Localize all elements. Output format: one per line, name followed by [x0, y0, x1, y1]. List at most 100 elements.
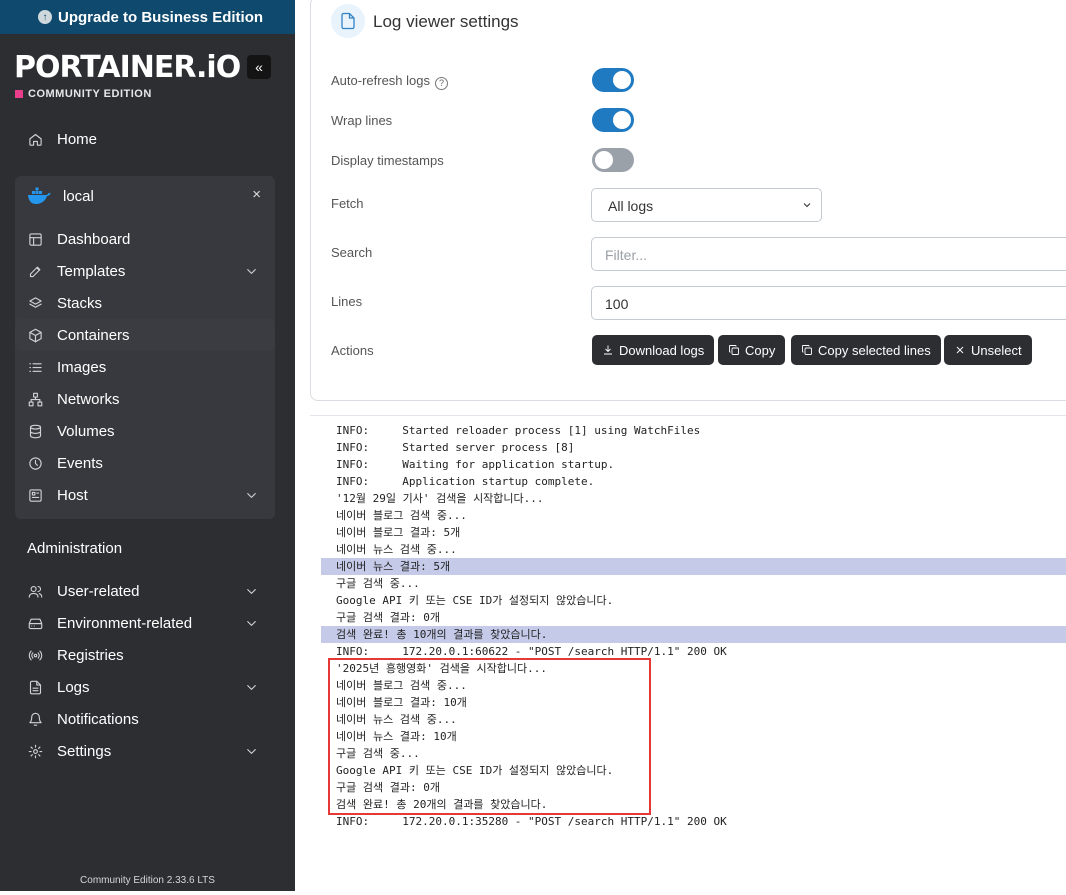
timestamps-label: Display timestamps — [331, 153, 444, 168]
sidebar-item-label: Dashboard — [57, 230, 131, 248]
edition-label: COMMUNITY EDITION — [15, 88, 152, 100]
copy-icon — [802, 345, 812, 355]
clock-icon — [27, 455, 43, 471]
timestamps-toggle[interactable] — [592, 148, 634, 172]
sidebar-item-registries[interactable]: Registries — [15, 639, 275, 671]
sidebar-item-stacks[interactable]: Stacks — [15, 287, 275, 319]
log-line[interactable]: 네이버 블로그 결과: 5개 — [321, 524, 1066, 541]
list-icon — [27, 359, 43, 375]
button-label: Download logs — [619, 342, 705, 358]
chevron-down-icon — [247, 589, 256, 594]
download-logs-button[interactable]: Download logs — [592, 335, 715, 365]
log-line[interactable]: 네이버 블로그 검색 중... — [321, 507, 1066, 524]
sidebar-item-label: Environment-related — [57, 614, 193, 632]
arrow-up-circle-icon: ↑ — [38, 10, 52, 24]
lines-input[interactable]: 100 — [591, 286, 1066, 320]
sidebar-item-images[interactable]: Images — [15, 351, 275, 383]
close-icon — [956, 346, 964, 354]
database-icon — [27, 423, 43, 439]
upgrade-banner[interactable]: ↑ Upgrade to Business Edition — [0, 0, 295, 34]
sidebar-item-settings[interactable]: Settings — [15, 735, 275, 767]
wrap-lines-toggle[interactable] — [592, 108, 634, 132]
sidebar-item-label: Templates — [57, 262, 126, 280]
sidebar: ↑ Upgrade to Business Edition PORTAINER.… — [0, 0, 295, 891]
box-icon — [27, 327, 43, 343]
sidebar-item-containers[interactable]: Containers — [15, 319, 275, 351]
chevron-down-icon — [801, 198, 813, 214]
wrap-lines-label: Wrap lines — [331, 113, 393, 128]
collapse-sidebar-button[interactable]: « — [247, 55, 271, 79]
fetch-select[interactable]: All logs — [591, 188, 822, 222]
sidebar-item-logs[interactable]: Logs — [15, 671, 275, 703]
sidebar-item-volumes[interactable]: Volumes — [15, 415, 275, 447]
sidebar-item-events[interactable]: Events — [15, 447, 275, 479]
search-input[interactable]: Filter... — [591, 237, 1066, 271]
log-line[interactable]: 구글 검색 결과: 0개 — [321, 609, 1066, 626]
sidebar-item-templates[interactable]: Templates — [15, 255, 275, 287]
radio-icon — [27, 647, 43, 663]
auto-refresh-toggle[interactable] — [592, 68, 634, 92]
close-environment-button[interactable]: × — [252, 186, 261, 203]
docker-whale-icon — [28, 187, 51, 204]
copy-icon — [729, 345, 739, 355]
file-text-icon — [27, 679, 43, 695]
upgrade-label: Upgrade to Business Edition — [58, 8, 264, 26]
sidebar-item-host[interactable]: Host — [15, 479, 275, 511]
auto-refresh-label: Auto-refresh logs? — [331, 73, 448, 90]
log-line[interactable]: INFO: Started server process [8] — [321, 439, 1066, 456]
sidebar-item-user-related[interactable]: User-related — [15, 575, 275, 607]
copy-button[interactable]: Copy — [718, 335, 786, 365]
edition-text: COMMUNITY EDITION — [28, 88, 152, 100]
sidebar-item-label: Settings — [57, 742, 112, 760]
log-line[interactable]: INFO: Waiting for application startup. — [321, 456, 1066, 473]
dashboard-icon — [27, 231, 43, 247]
sidebar-item-dashboard[interactable]: Dashboard — [15, 223, 275, 255]
version-footer: Community Edition 2.33.6 LTS — [80, 875, 215, 886]
layers-icon — [27, 295, 43, 311]
auto-refresh-label-text: Auto-refresh logs — [331, 73, 430, 88]
log-line[interactable]: 네이버 뉴스 결과: 5개 — [321, 558, 1066, 575]
toggle-knob — [613, 111, 631, 129]
button-label: Unselect — [971, 342, 1022, 358]
sidebar-item-label: Networks — [57, 390, 120, 408]
log-line[interactable]: Google API 키 또는 CSE ID가 설정되지 않았습니다. — [321, 592, 1066, 609]
environment-header[interactable]: local × — [15, 180, 275, 212]
sidebar-item-label: Containers — [57, 326, 130, 344]
chevron-down-icon — [247, 685, 256, 690]
hard-drive-icon — [27, 615, 43, 631]
sidebar-item-environment-related[interactable]: Environment-related — [15, 607, 275, 639]
log-line[interactable]: 구글 검색 중... — [321, 575, 1066, 592]
sidebar-item-label: Images — [57, 358, 107, 376]
button-label: Copy selected lines — [818, 342, 931, 358]
pink-square-icon — [15, 90, 23, 98]
bell-icon — [27, 711, 43, 727]
sidebar-item-notifications[interactable]: Notifications — [15, 703, 275, 735]
red-highlight-box — [328, 658, 651, 815]
sidebar-item-label: Volumes — [57, 422, 115, 440]
copy-selected-lines-button[interactable]: Copy selected lines — [791, 335, 941, 365]
help-icon[interactable]: ? — [435, 76, 448, 90]
log-line[interactable]: 네이버 뉴스 검색 중... — [321, 541, 1066, 558]
chevron-down-icon — [247, 269, 256, 274]
unselect-button[interactable]: Unselect — [944, 335, 1032, 365]
log-line[interactable]: 검색 완료! 총 10개의 결과를 찾았습니다. — [321, 626, 1066, 643]
sidebar-item-networks[interactable]: Networks — [15, 383, 275, 415]
chevron-down-icon — [247, 749, 256, 754]
sidebar-item-home[interactable]: Home — [15, 123, 275, 155]
search-label: Search — [331, 245, 373, 260]
toggle-knob — [595, 151, 613, 169]
chevron-down-icon — [247, 493, 256, 498]
administration-heading: Administration — [27, 540, 123, 557]
fetch-selected-value: All logs — [608, 198, 654, 214]
download-icon — [604, 345, 612, 355]
sidebar-item-label: Notifications — [57, 710, 139, 728]
users-icon — [27, 583, 43, 599]
log-line[interactable]: INFO: Application startup complete. — [321, 473, 1066, 490]
portainer-logo[interactable]: PORTAINER.iO — [14, 50, 241, 86]
file-icon — [331, 4, 365, 38]
lines-label: Lines — [331, 294, 363, 309]
network-icon — [27, 391, 43, 407]
log-line[interactable]: INFO: Started reloader process [1] using… — [321, 422, 1066, 439]
log-line[interactable]: INFO: 172.20.0.1:35280 - "POST /search H… — [321, 813, 1066, 830]
log-line[interactable]: '12월 29일 기사' 검색을 시작합니다... — [321, 490, 1066, 507]
